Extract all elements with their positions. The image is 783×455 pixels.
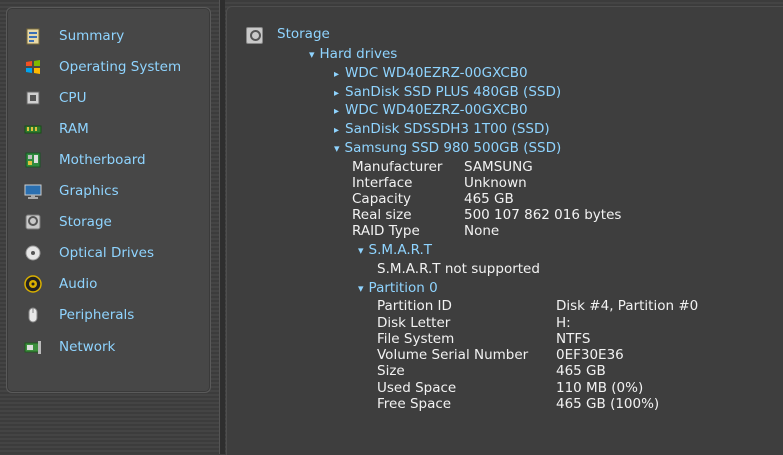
tree-node-label: WDC WD40EZRZ-00GXCB0: [345, 102, 528, 118]
hard-drive-icon: [24, 213, 42, 231]
sidebar-item-peripherals[interactable]: Peripherals: [24, 304, 134, 326]
sidebar-item-label: Storage: [59, 214, 112, 230]
sidebar: Summary Operating System CPU RAM Motherb…: [6, 7, 211, 393]
cpu-chip-icon: [24, 89, 42, 107]
optical-disc-icon: [24, 244, 42, 262]
mouse-icon: [24, 306, 42, 324]
property-value: 465 GB: [464, 191, 514, 207]
property-value: 500 107 862 016 bytes: [464, 207, 622, 223]
sidebar-item-ram[interactable]: RAM: [24, 118, 89, 140]
hard-drive-icon: [246, 27, 263, 44]
tree-node-smart[interactable]: S.M.A.R.T: [358, 242, 433, 258]
property-key: RAID Type: [352, 223, 420, 239]
tree-node-partition[interactable]: Partition 0: [358, 280, 438, 296]
tree-node-label: S.M.A.R.T: [368, 242, 433, 258]
property-key: Real size: [352, 207, 412, 223]
tree-root-storage[interactable]: Storage: [277, 26, 330, 42]
property-value: Unknown: [464, 175, 527, 191]
motherboard-icon: [24, 151, 42, 169]
property-key: Manufacturer: [352, 159, 443, 175]
tree-node-label: SanDisk SDSSDH3 1T00 (SSD): [345, 121, 550, 137]
windows-logo-icon: [24, 58, 42, 76]
sidebar-item-optical-drives[interactable]: Optical Drives: [24, 242, 154, 264]
sidebar-item-audio[interactable]: Audio: [24, 273, 97, 295]
partition-property-value: 465 GB: [556, 363, 606, 379]
property-value: None: [464, 223, 500, 239]
partition-property-key: Free Space: [377, 396, 452, 412]
partition-property-value: NTFS: [556, 331, 591, 347]
partition-property-key: Disk Letter: [377, 315, 451, 331]
tree-node-hard-drives[interactable]: Hard drives: [309, 46, 398, 62]
partition-property-value: 110 MB (0%): [556, 380, 644, 396]
smart-status-text: S.M.A.R.T not supported: [377, 261, 540, 277]
ram-module-icon: [24, 120, 42, 138]
sidebar-item-motherboard[interactable]: Motherboard: [24, 149, 146, 171]
tree-node-label: WDC WD40EZRZ-00GXCB0: [345, 65, 528, 81]
partition-property-value: 465 GB (100%): [556, 396, 660, 412]
partition-property-value: 0EF30E36: [556, 347, 624, 363]
sidebar-item-label: Network: [59, 339, 116, 355]
partition-property-key: Size: [377, 363, 405, 379]
sidebar-item-label: Audio: [59, 276, 98, 292]
tree-node-drive[interactable]: WDC WD40EZRZ-00GXCB0: [334, 65, 528, 81]
sidebar-item-label: Optical Drives: [59, 245, 155, 261]
sidebar-item-operating-system[interactable]: Operating System: [24, 56, 181, 78]
partition-property-value: H:: [556, 315, 571, 331]
panel-splitter[interactable]: [219, 0, 225, 454]
summary-icon: [24, 27, 42, 45]
sidebar-item-cpu[interactable]: CPU: [24, 87, 86, 109]
sidebar-item-label: CPU: [59, 90, 87, 106]
sidebar-item-label: Peripherals: [59, 307, 135, 323]
property-key: Interface: [352, 175, 413, 191]
monitor-icon: [24, 182, 42, 200]
sidebar-item-network[interactable]: Network: [24, 336, 115, 358]
tree-node-drive-selected[interactable]: Samsung SSD 980 500GB (SSD): [334, 140, 562, 156]
tree-node-label: Partition 0: [368, 280, 438, 296]
tree-node-drive[interactable]: SanDisk SDSSDH3 1T00 (SSD): [334, 121, 550, 137]
sidebar-item-label: Graphics: [59, 183, 119, 199]
network-card-icon: [24, 338, 42, 356]
tree-node-label: Hard drives: [319, 46, 398, 62]
partition-property-key: Partition ID: [377, 298, 452, 314]
sidebar-item-summary[interactable]: Summary: [24, 25, 124, 47]
partition-property-key: Volume Serial Number: [377, 347, 529, 363]
sidebar-item-label: Motherboard: [59, 152, 146, 168]
tree-node-drive[interactable]: WDC WD40EZRZ-00GXCB0: [334, 102, 528, 118]
partition-property-key: Used Space: [377, 380, 457, 396]
partition-property-value: Disk #4, Partition #0: [556, 298, 699, 314]
tree-node-label: Samsung SSD 980 500GB (SSD): [344, 140, 562, 156]
property-key: Capacity: [352, 191, 411, 207]
sidebar-item-graphics[interactable]: Graphics: [24, 180, 119, 202]
speaker-icon: [24, 275, 42, 293]
sidebar-item-label: Operating System: [59, 59, 182, 75]
sidebar-item-label: RAM: [59, 121, 89, 137]
partition-property-key: File System: [377, 331, 455, 347]
sidebar-item-label: Summary: [59, 28, 125, 44]
tree-node-drive[interactable]: SanDisk SSD PLUS 480GB (SSD): [334, 84, 561, 100]
tree-node-label: SanDisk SSD PLUS 480GB (SSD): [345, 84, 562, 100]
property-value: SAMSUNG: [464, 159, 533, 175]
sidebar-item-storage[interactable]: Storage: [24, 211, 112, 233]
